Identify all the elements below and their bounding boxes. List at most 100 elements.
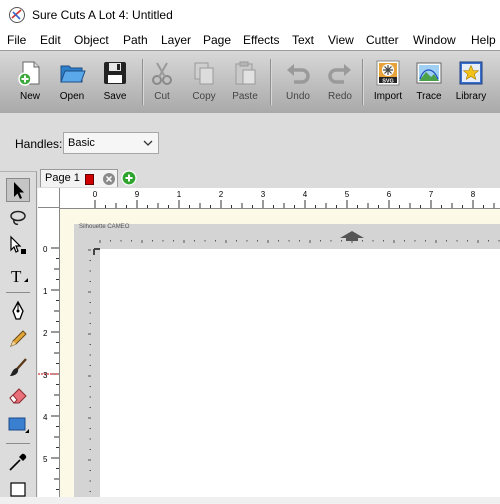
menu-window[interactable]: Window <box>413 33 456 47</box>
ruler-left-mark-1: 1 <box>43 287 48 296</box>
brush-icon <box>10 358 27 376</box>
import-svg-icon: SVG <box>376 60 400 86</box>
import-button[interactable]: SVG Import <box>365 57 411 109</box>
lasso-tool[interactable] <box>6 207 30 231</box>
fill-color-tool[interactable] <box>6 477 30 501</box>
chevron-down-icon <box>143 140 153 146</box>
new-document-icon <box>18 61 40 86</box>
tool-panel: T <box>0 172 37 497</box>
ruler-mark-5: 5 <box>345 190 350 199</box>
ruler-mark-9: 9 <box>135 190 140 199</box>
menu-bar: File Edit Object Path Layer Page Effects… <box>0 30 500 50</box>
handles-dropdown[interactable]: Basic <box>63 132 159 154</box>
menu-path[interactable]: Path <box>123 33 148 47</box>
tool-separator <box>6 292 30 293</box>
redo-button[interactable]: Redo <box>317 57 363 109</box>
save-label: Save <box>103 91 127 102</box>
redo-label: Redo <box>328 91 352 102</box>
select-tool[interactable] <box>6 178 30 202</box>
page-tab-strip: Page 1 <box>37 168 500 188</box>
handles-label: Handles: <box>15 137 63 151</box>
ruler-mark-3: 3 <box>261 190 266 199</box>
undo-label: Undo <box>286 91 310 102</box>
window-title: Sure Cuts A Lot 4: Untitled <box>32 8 173 22</box>
open-label: Open <box>59 91 85 102</box>
ruler-mark-4: 4 <box>303 190 308 199</box>
title-bar: Sure Cuts A Lot 4: Untitled <box>0 0 500 30</box>
copy-label: Copy <box>192 91 216 102</box>
new-button[interactable]: New <box>7 57 53 109</box>
copy-button[interactable]: Copy <box>181 57 227 109</box>
undo-button[interactable]: Undo <box>275 57 321 109</box>
open-button[interactable]: Open <box>49 57 95 109</box>
menu-text[interactable]: Text <box>292 33 314 47</box>
library-button[interactable]: Library <box>448 57 494 109</box>
eyedropper-icon <box>9 453 27 471</box>
arrow-pointer-icon <box>14 182 24 199</box>
menu-view[interactable]: View <box>328 33 354 47</box>
pencil-tool[interactable] <box>6 327 30 351</box>
ruler-mark-0: 0 <box>93 190 98 199</box>
floppy-disk-icon <box>104 62 126 84</box>
svg-text:T: T <box>11 267 22 286</box>
page-color-swatch <box>85 174 94 185</box>
horizontal-ruler[interactable]: 0 1 2 3 4 5 6 7 8 9 <box>60 188 500 209</box>
menu-file[interactable]: File <box>7 33 26 47</box>
app-logo-icon <box>9 7 25 23</box>
ruler-mark-6: 6 <box>387 190 392 199</box>
vertical-ruler-ticks: 0 1 2 3 4 5 <box>38 245 59 490</box>
cut-area[interactable] <box>100 249 500 497</box>
ruler-left-mark-2: 2 <box>43 329 48 338</box>
lasso-icon <box>10 210 26 225</box>
page-tab[interactable]: Page 1 <box>40 169 118 187</box>
scissors-icon <box>152 62 172 85</box>
node-edit-tool[interactable] <box>6 234 30 258</box>
add-page-icon[interactable] <box>121 170 137 186</box>
copy-icon <box>194 62 214 85</box>
menu-cutter[interactable]: Cutter <box>366 33 399 47</box>
svg-text:SVG: SVG <box>382 79 394 85</box>
ruler-corner <box>38 188 60 208</box>
ruler-mark-2: 2 <box>219 190 224 199</box>
shape-tool[interactable] <box>6 412 30 436</box>
menu-effects[interactable]: Effects <box>243 33 279 47</box>
handles-value: Basic <box>68 137 95 149</box>
eyedropper-tool[interactable] <box>6 450 30 474</box>
menu-layer[interactable]: Layer <box>161 33 191 47</box>
tool-separator <box>6 443 30 444</box>
eraser-tool[interactable] <box>6 383 30 407</box>
color-swatch-icon <box>10 482 26 497</box>
trace-image-icon <box>416 62 442 84</box>
pencil-icon <box>10 330 27 347</box>
trace-label: Trace <box>416 91 442 102</box>
library-star-icon <box>459 61 483 85</box>
menu-help[interactable]: Help <box>471 33 496 47</box>
node-edit-icon <box>10 235 26 254</box>
ruler-mark-1: 1 <box>177 190 182 199</box>
pen-nib-icon <box>12 300 24 320</box>
main-toolbar: New Open Save Cut Copy Paste Undo Redo S… <box>0 50 500 114</box>
brush-tool[interactable] <box>6 356 30 380</box>
paste-icon <box>235 61 256 85</box>
menu-edit[interactable]: Edit <box>40 33 61 47</box>
ruler-left-mark-4: 4 <box>43 413 48 422</box>
mat-label: Silhouette CAMEO <box>79 224 130 230</box>
pen-tool[interactable] <box>6 299 30 323</box>
page-tab-label: Page 1 <box>45 172 80 184</box>
menu-page[interactable]: Page <box>203 33 231 47</box>
eraser-icon <box>9 388 27 404</box>
vertical-ruler[interactable]: 0 1 2 3 4 5 <box>38 208 60 497</box>
toolbar-separator <box>270 59 272 105</box>
horizontal-ruler-ticks: 0 1 2 3 4 5 6 7 8 9 <box>93 190 495 208</box>
cut-button[interactable]: Cut <box>139 57 185 109</box>
trace-button[interactable]: Trace <box>406 57 452 109</box>
paste-button[interactable]: Paste <box>222 57 268 109</box>
ruler-left-mark-3: 3 <box>43 371 48 380</box>
close-page-icon[interactable] <box>102 172 116 186</box>
text-tool[interactable]: T <box>6 264 30 288</box>
cut-label: Cut <box>154 91 170 102</box>
mat-feed-arrow-icon <box>340 231 364 238</box>
save-button[interactable]: Save <box>92 57 138 109</box>
menu-object[interactable]: Object <box>74 33 109 47</box>
ruler-left-mark-0: 0 <box>43 245 48 254</box>
